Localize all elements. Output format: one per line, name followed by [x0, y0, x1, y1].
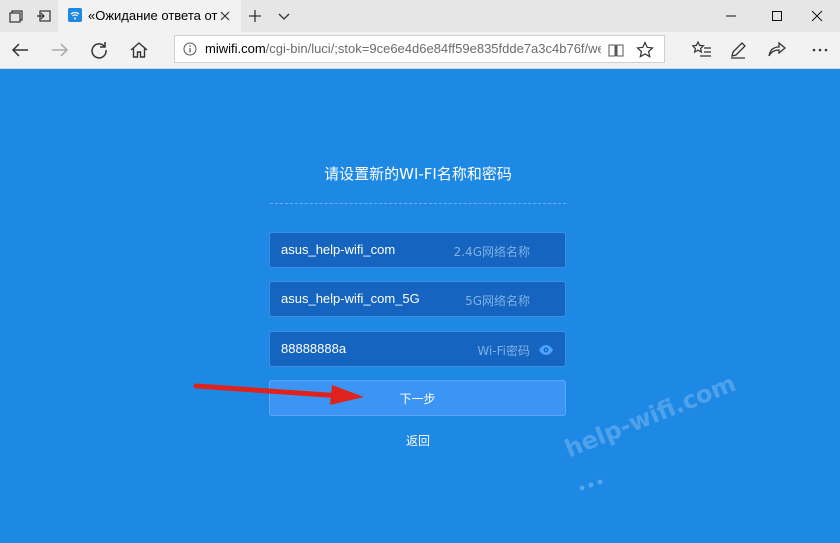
wifi-password-input[interactable]: 88888888a Wi-Fi密码	[269, 331, 566, 367]
favorites-icon	[692, 40, 711, 57]
close-window-icon	[811, 10, 823, 22]
tab-active[interactable]: «Ожидание ответа от r	[58, 0, 241, 32]
minimize-button[interactable]	[708, 0, 754, 32]
wifi-24g-name-value: asus_help-wifi_com	[281, 242, 396, 257]
url-host: miwifi.com	[205, 41, 266, 56]
close-icon[interactable]	[218, 9, 232, 23]
address-bar[interactable]: miwifi.com/cgi-bin/luci/;stok=9ce6e4d6e8…	[174, 35, 665, 63]
back-icon	[11, 43, 28, 57]
arrow-icon	[193, 383, 364, 405]
close-window-button[interactable]	[794, 0, 840, 32]
wifi-5g-name-placeholder: 5G网络名称	[465, 294, 530, 308]
new-tab-icon[interactable]	[247, 8, 263, 24]
page-title: 请设置新的WI-FI名称和密码	[324, 165, 512, 183]
home-icon	[130, 42, 148, 58]
refresh-icon	[91, 42, 107, 59]
wifi-favicon	[68, 8, 82, 22]
home-button[interactable]	[125, 36, 153, 64]
pen-icon	[731, 42, 746, 59]
wifi-password-placeholder: Wi-Fi密码	[477, 344, 530, 358]
eye-icon[interactable]	[538, 344, 554, 356]
tab-title: «Ожидание ответа от r	[88, 8, 222, 23]
forward-button[interactable]	[46, 36, 74, 64]
back-button[interactable]	[6, 36, 34, 64]
watermark: help-wifi.com	[560, 369, 740, 464]
star-icon[interactable]	[636, 41, 654, 59]
favorites-button[interactable]	[688, 36, 716, 64]
wifi-password-value: 88888888a	[281, 341, 347, 356]
minimize-icon	[726, 15, 736, 17]
navigation-bar: miwifi.com/cgi-bin/luci/;stok=9ce6e4d6e8…	[0, 32, 840, 69]
watermark-logo-icon	[579, 479, 603, 491]
wifi-5g-name-input[interactable]: asus_help-wifi_com_5G 5G网络名称	[269, 281, 566, 317]
wifi-24g-name-placeholder: 2.4G网络名称	[453, 245, 530, 259]
share-button[interactable]	[763, 36, 791, 64]
url-path: /cgi-bin/luci/;stok=9ce6e4d6e84ff59e835f…	[265, 41, 601, 56]
wifi-5g-name-value: asus_help-wifi_com_5G	[281, 291, 420, 306]
more-icon	[812, 48, 828, 52]
notes-button[interactable]	[724, 36, 752, 64]
address-url[interactable]: miwifi.com/cgi-bin/luci/;stok=9ce6e4d6e8…	[205, 41, 601, 59]
tabs-icon[interactable]	[8, 8, 24, 24]
back-link[interactable]: 返回	[392, 432, 444, 449]
info-icon[interactable]	[183, 42, 197, 56]
more-button[interactable]	[806, 36, 834, 64]
share-icon	[768, 41, 787, 57]
wifi-24g-name-input[interactable]: asus_help-wifi_com 2.4G网络名称	[269, 232, 566, 268]
tab-bar: «Ожидание ответа от r	[0, 0, 840, 32]
maximize-icon	[772, 11, 782, 21]
chevron-down-icon[interactable]	[276, 8, 292, 24]
forward-icon	[52, 43, 69, 57]
set-aside-tabs-icon[interactable]	[36, 8, 52, 24]
reading-view-icon[interactable]	[608, 42, 624, 58]
refresh-button[interactable]	[85, 36, 113, 64]
divider	[270, 203, 566, 204]
